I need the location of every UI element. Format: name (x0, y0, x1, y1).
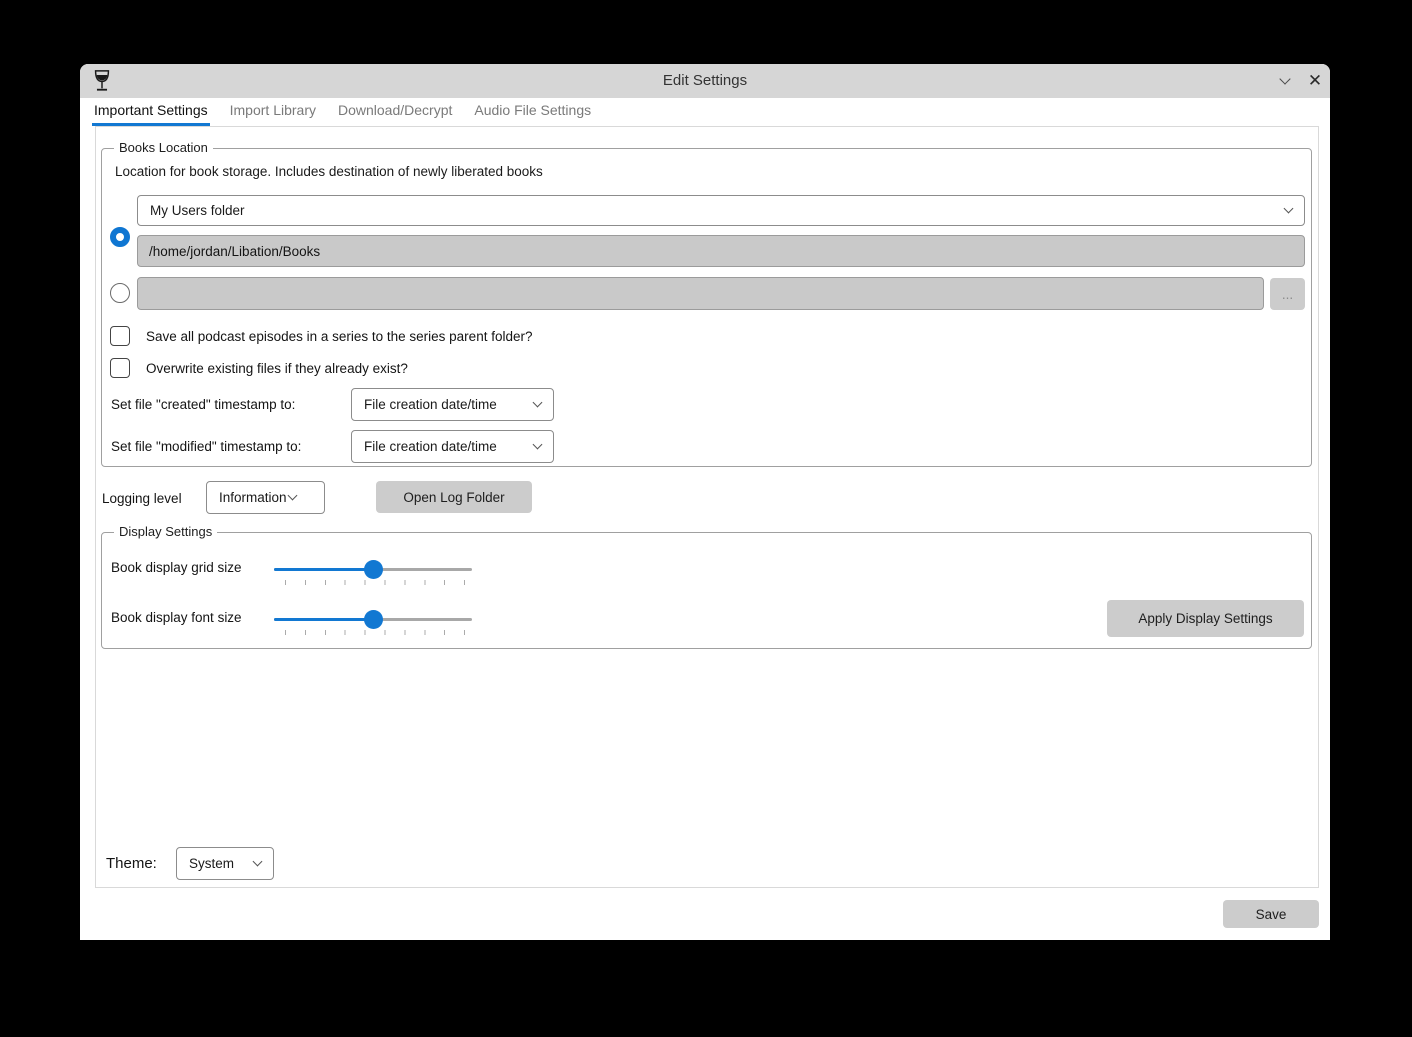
open-log-folder-button[interactable]: Open Log Folder (376, 481, 532, 513)
created-timestamp-value: File creation date/time (364, 397, 534, 412)
browse-button[interactable]: ... (1270, 278, 1305, 310)
minimize-chevron-icon (1279, 73, 1290, 84)
chevron-down-icon (1284, 204, 1294, 214)
apply-display-settings-button[interactable]: Apply Display Settings (1107, 600, 1304, 637)
podcast-folder-checkbox[interactable] (110, 326, 130, 346)
theme-value: System (189, 856, 254, 871)
tab-download-decrypt[interactable]: Download/Decrypt (336, 98, 454, 126)
slider-fill (274, 568, 373, 571)
edit-settings-window: Edit Settings ✕ Important Settings Impor… (80, 64, 1330, 940)
custom-path-radio[interactable] (110, 283, 130, 303)
tab-page-important-settings: Books Location Location for book storage… (95, 126, 1319, 888)
display-settings-group: Display Settings Book display grid size … (101, 532, 1312, 649)
grid-size-slider[interactable] (274, 560, 472, 578)
books-location-legend: Books Location (114, 140, 213, 155)
minimize-button[interactable] (1270, 64, 1300, 98)
window-title: Edit Settings (80, 64, 1330, 98)
tab-important-settings[interactable]: Important Settings (92, 98, 210, 126)
logging-level-dropdown[interactable]: Information (206, 481, 325, 514)
tab-import-library[interactable]: Import Library (228, 98, 318, 126)
chevron-down-icon (533, 398, 543, 408)
folder-preset-value: My Users folder (150, 203, 1285, 218)
grid-size-slider-ticks (285, 580, 466, 585)
chevron-down-icon (288, 491, 298, 501)
titlebar[interactable]: Edit Settings ✕ (80, 64, 1330, 98)
close-icon: ✕ (1308, 71, 1322, 91)
display-settings-legend: Display Settings (114, 524, 217, 539)
podcast-folder-label: Save all podcast episodes in a series to… (146, 329, 532, 344)
modified-timestamp-dropdown[interactable]: File creation date/time (351, 430, 554, 463)
save-button[interactable]: Save (1223, 900, 1319, 928)
books-location-group: Books Location Location for book storage… (101, 148, 1312, 467)
chevron-down-icon (533, 440, 543, 450)
font-size-slider[interactable] (274, 610, 472, 628)
theme-dropdown[interactable]: System (176, 847, 274, 880)
modified-timestamp-value: File creation date/time (364, 439, 534, 454)
created-timestamp-label: Set file "created" timestamp to: (111, 397, 295, 412)
modified-timestamp-label: Set file "modified" timestamp to: (111, 439, 301, 454)
custom-path-field[interactable] (137, 277, 1264, 310)
close-button[interactable]: ✕ (1300, 64, 1330, 98)
logging-level-label: Logging level (102, 491, 182, 506)
tab-audio-file-settings[interactable]: Audio File Settings (472, 98, 593, 126)
slider-thumb[interactable] (364, 610, 383, 629)
grid-size-label: Book display grid size (111, 560, 242, 575)
library-path-field[interactable]: /home/jordan/Libation/Books (137, 235, 1305, 267)
overwrite-checkrow: Overwrite existing files if they already… (110, 358, 408, 378)
library-path-radio[interactable] (110, 227, 130, 247)
font-size-slider-ticks (285, 630, 466, 635)
tab-bar: Important Settings Import Library Downlo… (92, 98, 593, 126)
podcast-folder-checkrow: Save all podcast episodes in a series to… (110, 326, 532, 346)
overwrite-label: Overwrite existing files if they already… (146, 361, 408, 376)
created-timestamp-dropdown[interactable]: File creation date/time (351, 388, 554, 421)
logging-level-value: Information (219, 490, 289, 505)
overwrite-checkbox[interactable] (110, 358, 130, 378)
folder-preset-dropdown[interactable]: My Users folder (137, 195, 1305, 226)
font-size-label: Book display font size (111, 610, 242, 625)
chevron-down-icon (253, 857, 263, 867)
slider-fill (274, 618, 373, 621)
slider-thumb[interactable] (364, 560, 383, 579)
theme-label: Theme: (106, 855, 157, 872)
books-location-description: Location for book storage. Includes dest… (115, 164, 543, 179)
